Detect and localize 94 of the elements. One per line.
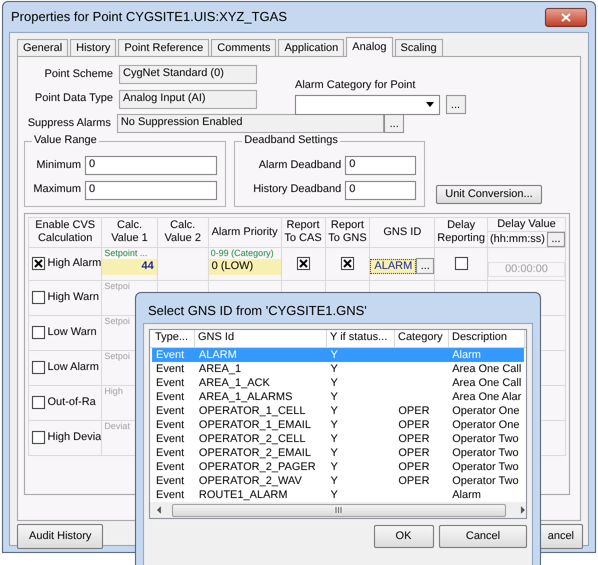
- row-label: High Devia: [48, 430, 102, 444]
- gns-id-field[interactable]: ALARM: [370, 258, 416, 274]
- field-label: Suppress Alarms: [26, 116, 112, 130]
- list-row[interactable]: Event AREA_1 Y Area One Call: [152, 362, 524, 376]
- tab[interactable]: Comments: [211, 39, 276, 56]
- column-header: Delay Value: [496, 218, 557, 230]
- input-field[interactable]: 0: [345, 156, 416, 175]
- list-row[interactable]: Event OPERATOR_2_CELL Y OPER Operator Two: [152, 432, 524, 446]
- column-header: Calc. Value 1: [110, 219, 149, 245]
- column-header: GNS ID: [382, 226, 422, 238]
- hint-text: Setpoi: [103, 280, 131, 292]
- column-header: Calc. Value 2: [163, 219, 202, 245]
- browse-button[interactable]: ...: [446, 95, 466, 114]
- column-header: Report To CAS: [283, 219, 323, 245]
- input-field[interactable]: 0: [345, 180, 416, 200]
- hint-text: Deviat: [103, 420, 131, 432]
- close-button[interactable]: [545, 8, 587, 26]
- hint-text: High: [103, 386, 124, 396]
- column-header[interactable]: GNS Id: [195, 330, 327, 347]
- hint-text: 0-99 (Category): [210, 248, 275, 258]
- list-row[interactable]: Event AREA_1_ALARMS Y Area One Alar: [152, 390, 524, 404]
- list-row[interactable]: Event OPERATOR_1_EMAIL Y OPER Operator One: [152, 418, 524, 432]
- point-scheme-field: CygNet Standard (0): [119, 65, 257, 84]
- audit-history-button[interactable]: Audit History: [17, 524, 104, 549]
- point-data-type-field: Analog Input (AI): [119, 90, 257, 108]
- suppress-alarms-field: No Suppression Enabled: [116, 114, 384, 133]
- hint-text: Setpoint ...: [103, 248, 148, 258]
- list-row[interactable]: Event OPERATOR_2_PAGER Y OPER Operator Two: [152, 460, 524, 474]
- row-label: Low Alarm: [48, 360, 99, 374]
- list-row[interactable]: Event OPERATOR_1_CELL Y OPER Operator One: [152, 404, 524, 418]
- row-label: High Alarm: [48, 256, 102, 270]
- field-label: Maximum: [33, 183, 82, 197]
- scroll-right-icon: [520, 506, 526, 514]
- hint-text: Setpoi: [103, 316, 131, 326]
- column-header: Enable CVS Calculation: [34, 219, 96, 245]
- column-header: Report To GNS: [327, 219, 368, 245]
- column-header: Alarm Priority: [210, 226, 279, 238]
- field-label: Alarm Deadband: [258, 158, 342, 172]
- checkbox[interactable]: [340, 256, 354, 270]
- scroll-thumb[interactable]: [172, 504, 506, 516]
- browse-button[interactable]: ...: [546, 232, 565, 246]
- checkbox[interactable]: [32, 291, 45, 304]
- field-label: Point Data Type: [34, 92, 114, 106]
- obscured-button[interactable]: ancel: [538, 524, 583, 549]
- scroll-left-icon: [156, 506, 162, 514]
- checkbox[interactable]: [32, 257, 45, 270]
- row-label: Low Warn: [48, 326, 97, 340]
- input-field[interactable]: 0: [85, 180, 217, 200]
- row-label: Out-of-Ra: [48, 396, 96, 410]
- dialog-button[interactable]: OK: [374, 524, 434, 548]
- list-row[interactable]: Event AREA_1_ACK Y Area One Call: [152, 376, 524, 390]
- horizontal-scrollbar[interactable]: [150, 502, 526, 518]
- column-header: Delay Reporting: [436, 219, 486, 245]
- alarm-category-dropdown[interactable]: [295, 94, 440, 115]
- tab[interactable]: History: [70, 39, 116, 56]
- browse-button[interactable]: ...: [416, 258, 434, 274]
- group-title: Deadband Settings: [242, 134, 340, 148]
- close-icon: [561, 12, 571, 22]
- value-field[interactable]: 0 (LOW): [208, 258, 281, 274]
- checkbox[interactable]: [454, 256, 468, 270]
- grip-icon: [335, 507, 342, 513]
- list-row[interactable]: Event ROUTE1_ALARM Y Alarm: [152, 488, 524, 502]
- checkbox[interactable]: [32, 431, 45, 444]
- tab[interactable]: Point Reference: [118, 39, 210, 56]
- hint-text: Setpoi: [103, 350, 131, 362]
- browse-button[interactable]: ...: [384, 114, 404, 133]
- checkbox[interactable]: [32, 361, 45, 374]
- tab[interactable]: Analog: [346, 37, 393, 57]
- list-row[interactable]: Event OPERATOR_2_EMAIL Y OPER Operator Two: [152, 446, 524, 460]
- dialog-title: Select GNS ID from 'CYGSITE1.GNS': [148, 303, 367, 319]
- unit-conversion-button[interactable]: Unit Conversion...: [436, 184, 542, 204]
- tab[interactable]: Application: [278, 39, 344, 56]
- value-field[interactable]: 44: [102, 258, 157, 274]
- checkbox[interactable]: [296, 256, 310, 270]
- field-label: Alarm Category for Point: [295, 79, 416, 92]
- tab[interactable]: General: [17, 39, 68, 56]
- column-header[interactable]: Type...: [152, 330, 195, 347]
- row-label: High Warn: [48, 290, 100, 304]
- field-label: Minimum: [35, 158, 82, 172]
- field-label: Point Scheme: [44, 68, 114, 82]
- checkbox[interactable]: [32, 396, 45, 409]
- field-label: History Deadband: [252, 183, 342, 197]
- column-header: (hh:mm:ss): [488, 232, 546, 246]
- window-title: Properties for Point CYGSITE1.UIS:XYZ_TGAS: [11, 9, 287, 25]
- dropdown-arrow-icon: [426, 102, 434, 108]
- column-header[interactable]: Description: [449, 330, 525, 347]
- list-row[interactable]: Event OPERATOR_2_WAV Y OPER Operator Two: [152, 474, 524, 488]
- column-header[interactable]: Category: [395, 330, 449, 347]
- dialog-button[interactable]: Cancel: [439, 524, 527, 548]
- input-field[interactable]: 0: [85, 156, 217, 175]
- column-header[interactable]: Y if status...: [327, 330, 395, 347]
- group-title: Value Range: [32, 134, 99, 148]
- checkbox[interactable]: [32, 326, 45, 339]
- tab[interactable]: Scaling: [394, 39, 443, 56]
